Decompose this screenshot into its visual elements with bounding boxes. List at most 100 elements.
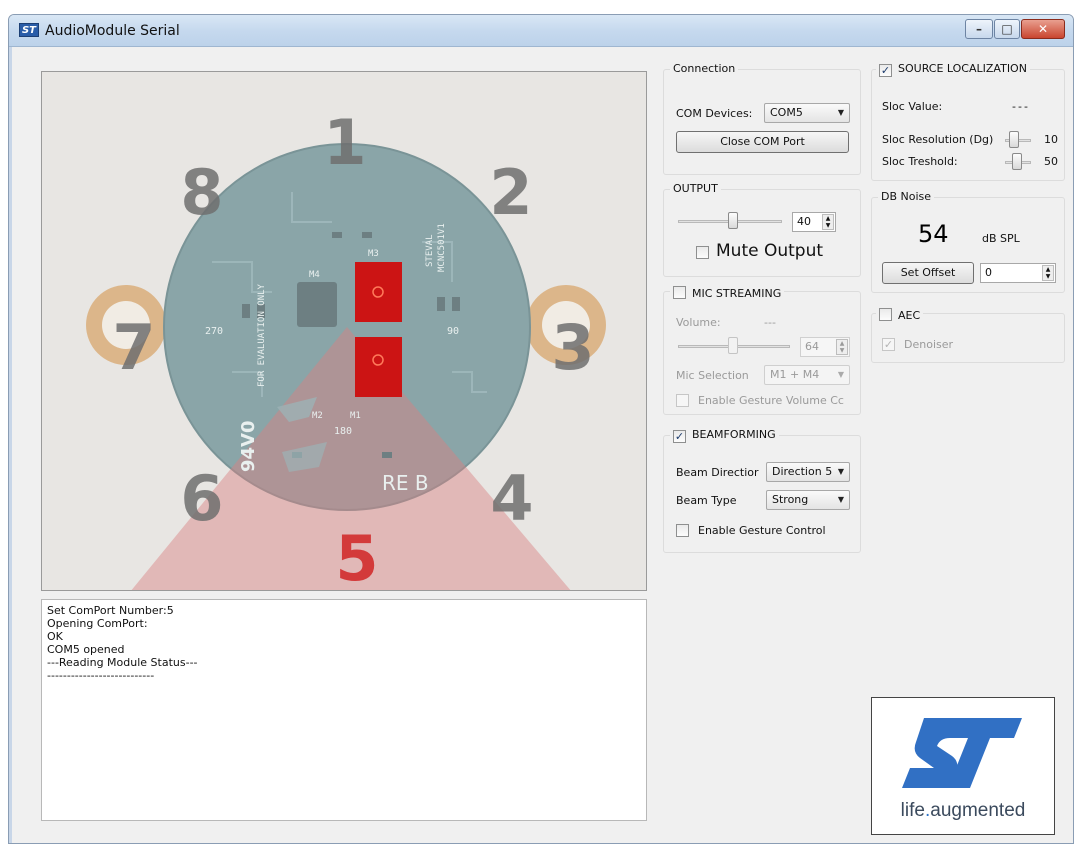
mic-number-2: 2 xyxy=(489,156,532,229)
beamforming-checkbox[interactable]: ✓ xyxy=(673,430,686,443)
mute-output-label: Mute Output xyxy=(716,241,824,261)
mic-number-8: 8 xyxy=(180,156,223,229)
mic-streaming-group: MIC STREAMING Volume: --- 64 ▲ ▼ Mic Sele… xyxy=(663,284,861,415)
db-noise-value: 54 xyxy=(918,220,949,248)
output-title: OUTPUT xyxy=(670,182,721,195)
aec-header: AEC xyxy=(876,306,924,322)
log-line: --------------------------- xyxy=(47,669,155,682)
mic-volume-spinbox[interactable]: 64 ▲ ▼ xyxy=(800,337,850,357)
mic-m4 xyxy=(297,282,337,327)
app-window: ST AudioModule Serial – □ ✕ M4 M3 M2 M1 … xyxy=(8,14,1074,844)
mic-selection-label: Mic Selection xyxy=(676,369,749,382)
mic-number-5-active: 5 xyxy=(335,522,378,591)
sloc-resolution-label: Sloc Resolution (Dg) xyxy=(882,133,994,146)
db-noise-unit: dB SPL xyxy=(982,232,1020,245)
sloc-treshold-value: 50 xyxy=(1044,155,1058,168)
mic-streaming-title: MIC STREAMING xyxy=(692,287,782,300)
label-steval: STEVAL xyxy=(425,234,435,267)
sloc-value-label: Sloc Value: xyxy=(882,100,943,113)
output-volume-slider[interactable] xyxy=(728,212,738,229)
st-logo-mark xyxy=(902,718,1022,788)
log-line: Opening ComPort: xyxy=(47,617,148,630)
log-output[interactable]: Set ComPort Number:5 Opening ComPort: OK… xyxy=(41,599,647,821)
beam-direction-value: Direction 5 xyxy=(772,465,833,478)
mic-m1-highlight xyxy=(355,337,402,397)
denoiser-checkbox[interactable]: ✓ xyxy=(882,338,895,351)
sloc-value: --- xyxy=(1012,100,1030,113)
chevron-down-icon: ▼ xyxy=(837,495,844,504)
com-devices-select[interactable]: COM5 ▼ xyxy=(764,103,850,123)
tagline-life: life xyxy=(900,800,925,821)
window-title: AudioModule Serial xyxy=(45,23,180,39)
minimize-button[interactable]: – xyxy=(965,19,993,39)
board-image-panel: M4 M3 M2 M1 270 90 180 FOR EVALUATION ON… xyxy=(41,71,647,591)
label-94v0: 94V0 xyxy=(238,420,259,472)
st-logo: life.augmented xyxy=(871,697,1055,835)
output-volume-spinbox[interactable]: 40 ▲ ▼ xyxy=(792,212,836,232)
tagline-augmented: augmented xyxy=(930,800,1026,821)
sloc-treshold-label: Sloc Treshold: xyxy=(882,155,958,168)
mic-volume-label: Volume: xyxy=(676,316,721,329)
spin-arrows-icon[interactable]: ▲ ▼ xyxy=(1042,265,1054,281)
title-bar: ST AudioModule Serial – □ ✕ xyxy=(9,15,1073,47)
maximize-button[interactable]: □ xyxy=(994,19,1020,39)
chevron-down-icon: ▼ xyxy=(837,467,844,476)
sloc-resolution-value: 10 xyxy=(1044,133,1058,146)
label-ce: RE B xyxy=(382,471,429,495)
close-com-port-button[interactable]: Close COM Port xyxy=(676,131,849,153)
label-m1: M1 xyxy=(350,411,361,421)
beam-type-select[interactable]: Strong ▼ xyxy=(766,490,850,510)
aec-title: AEC xyxy=(898,309,921,322)
spin-arrows-icon[interactable]: ▲ ▼ xyxy=(822,214,834,230)
beamforming-header: ✓ BEAMFORMING xyxy=(670,428,779,443)
chevron-down-icon: ▼ xyxy=(837,370,844,379)
gesture-control-label: Enable Gesture Control xyxy=(698,524,826,537)
beam-type-value: Strong xyxy=(772,493,809,506)
label-evaluation: FOR EVALUATION ONLY xyxy=(257,283,267,387)
label-90: 90 xyxy=(447,326,459,337)
db-noise-group: DB Noise 54 dB SPL Set Offset 0 ▲ ▼ xyxy=(871,190,1065,293)
db-noise-title: DB Noise xyxy=(878,190,935,203)
mic-selection-select[interactable]: M1 + M4 ▼ xyxy=(764,365,850,385)
offset-spinbox[interactable]: 0 ▲ ▼ xyxy=(980,263,1056,283)
sloc-treshold-slider[interactable] xyxy=(1012,153,1022,170)
connection-group: Connection COM Devices: COM5 ▼ Close COM… xyxy=(663,62,861,175)
mic-volume-value: 64 xyxy=(805,340,819,353)
st-logo-shape xyxy=(902,718,1022,788)
mic-number-4: 4 xyxy=(490,462,533,535)
label-180: 180 xyxy=(334,426,352,437)
beam-direction-select[interactable]: Direction 5 ▼ xyxy=(766,462,850,482)
app-icon: ST xyxy=(19,23,39,37)
source-localization-group: ✓ SOURCE LOCALIZATION Sloc Value: --- Slo… xyxy=(871,62,1065,181)
label-m3: M3 xyxy=(368,249,379,259)
sloc-resolution-slider[interactable] xyxy=(1009,131,1019,148)
source-localization-title: SOURCE LOCALIZATION xyxy=(898,62,1027,75)
label-m4: M4 xyxy=(309,270,320,280)
mic-number-3: 3 xyxy=(551,311,594,384)
mic-streaming-checkbox[interactable] xyxy=(673,286,686,299)
log-line: COM5 opened xyxy=(47,643,125,656)
beamforming-group: ✓ BEAMFORMING Beam Directior Direction 5 … xyxy=(663,428,861,553)
mic-m3-highlight xyxy=(355,262,402,322)
chevron-down-icon: ▼ xyxy=(837,108,844,117)
close-button[interactable]: ✕ xyxy=(1021,19,1065,39)
label-board-id: MCNC501V1 xyxy=(437,223,447,272)
output-volume-value: 40 xyxy=(797,215,811,228)
gesture-volume-checkbox[interactable] xyxy=(676,394,689,407)
mute-output-checkbox[interactable] xyxy=(696,246,709,259)
log-line: OK xyxy=(47,630,63,643)
gesture-control-checkbox[interactable] xyxy=(676,524,689,537)
window-edge xyxy=(9,47,12,843)
mic-number-7: 7 xyxy=(112,311,155,384)
mic-volume-slider[interactable] xyxy=(728,337,738,354)
label-m2: M2 xyxy=(312,411,323,421)
gesture-volume-label: Enable Gesture Volume Cc xyxy=(698,394,844,407)
offset-value: 0 xyxy=(985,266,992,279)
denoiser-label: Denoiser xyxy=(904,338,954,351)
log-line: Set ComPort Number:5 xyxy=(47,604,174,617)
source-localization-checkbox[interactable]: ✓ xyxy=(879,64,892,77)
spin-arrows-icon[interactable]: ▲ ▼ xyxy=(836,339,848,355)
set-offset-button[interactable]: Set Offset xyxy=(882,262,974,284)
beam-direction-label: Beam Directior xyxy=(676,466,759,479)
aec-checkbox[interactable] xyxy=(879,308,892,321)
